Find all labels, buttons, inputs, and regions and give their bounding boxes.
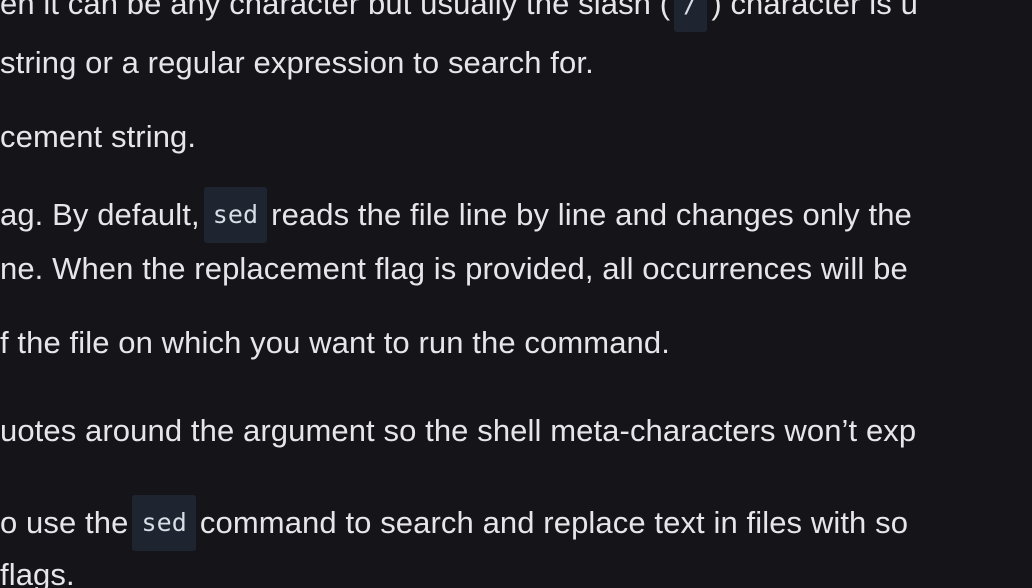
text-line: flags.: [0, 557, 75, 588]
text-line: f the file on which you want to run the …: [0, 325, 670, 360]
text-line: string or a regular expression to search…: [0, 45, 594, 80]
text-line: ag. By default, sed reads the file line by…: [0, 187, 912, 245]
text-line: o use the sed command to search and replac…: [0, 495, 909, 553]
text-span: ag. By default,: [0, 197, 200, 233]
text-span: o use the: [0, 505, 129, 541]
text-span: command to search and replace text in fi…: [199, 505, 909, 541]
text-line: uotes around the argument so the shell m…: [0, 413, 917, 448]
text-line: ne. When the replacement flag is provide…: [0, 251, 908, 286]
text-line: en it can be any character but usually t…: [0, 0, 918, 34]
text-span: en it can be any character but usually t…: [0, 0, 671, 22]
inline-code: sed: [132, 495, 196, 551]
inline-code: sed: [203, 187, 268, 243]
text-span: ) character is u: [711, 0, 918, 22]
text-line: cement string.: [0, 119, 197, 154]
inline-code: /: [674, 0, 708, 32]
text-span: reads the file line by line and changes …: [271, 197, 912, 233]
